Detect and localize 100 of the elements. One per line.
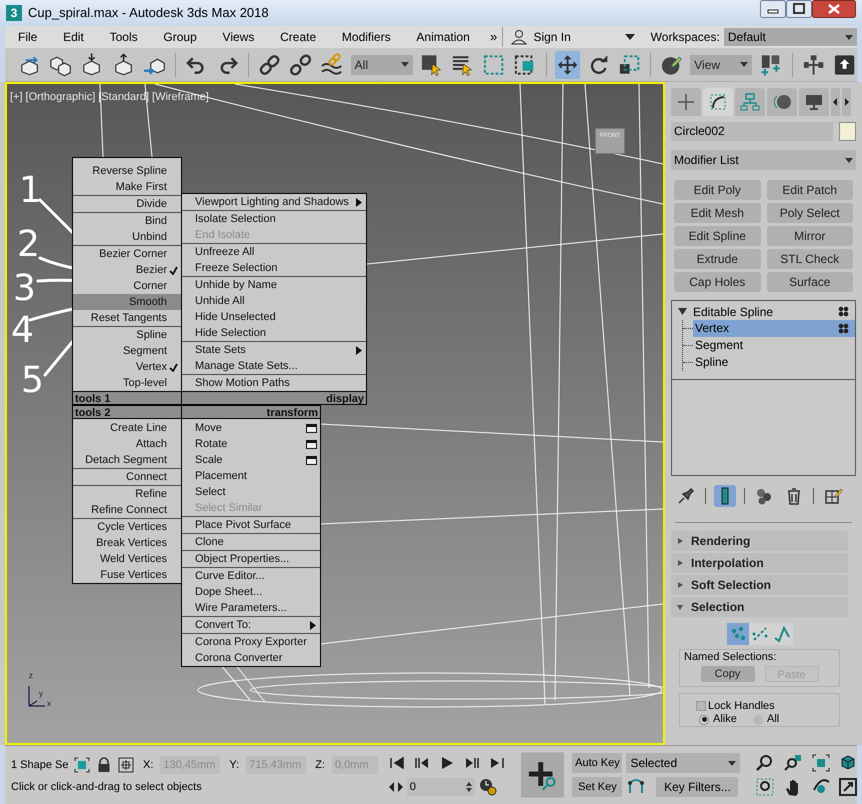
caret-icon[interactable]: [845, 34, 853, 40]
caret-icon[interactable]: [845, 158, 853, 162]
menu-item[interactable]: Clone: [182, 534, 320, 550]
caret-icon[interactable]: [400, 62, 409, 67]
auto-key-button[interactable]: Auto Key: [572, 753, 622, 773]
viewport-label[interactable]: [Wireframe]: [152, 89, 209, 106]
menu-item[interactable]: Select: [182, 484, 320, 500]
menu-item[interactable]: Create: [279, 28, 318, 46]
menu-item[interactable]: Refine: [73, 486, 181, 502]
stack-item[interactable]: Segment: [693, 337, 855, 354]
menu-item[interactable]: Freeze Selection: [182, 260, 366, 276]
transform-mode-icon[interactable]: [118, 757, 134, 773]
menu-item[interactable]: Edit: [62, 28, 85, 46]
modifier-list-dropdown[interactable]: Modifier List: [671, 150, 856, 170]
menu-item[interactable]: Views: [222, 28, 256, 46]
maximize-icon[interactable]: [839, 778, 858, 796]
user-icon[interactable]: [511, 29, 528, 45]
menu-item[interactable]: Scale: [182, 452, 320, 468]
menu-item[interactable]: Break Vertices: [73, 535, 181, 551]
vertex-dots-icon[interactable]: [726, 623, 748, 645]
menu-item[interactable]: Unbind: [73, 229, 181, 245]
rollout-header[interactable]: Interpolation: [671, 553, 848, 573]
menu-item[interactable]: Weld Vertices: [73, 551, 181, 567]
menu-item[interactable]: Segment: [73, 343, 181, 359]
maximize-icon[interactable]: [786, 0, 812, 18]
frame-arrows-icon[interactable]: [388, 781, 403, 793]
menu-item[interactable]: Rotate: [182, 436, 320, 452]
menu-item[interactable]: Spline: [73, 327, 181, 343]
stack-item[interactable]: Vertex: [693, 320, 855, 337]
menu-item[interactable]: Refine Connect: [73, 502, 181, 518]
caret-icon[interactable]: [624, 34, 635, 40]
menu-item[interactable]: Fuse Vertices: [73, 567, 181, 583]
expand-triangle-icon[interactable]: [677, 604, 683, 610]
menu-item[interactable]: Show Motion Paths: [182, 375, 366, 391]
key-set-dropdown[interactable]: Selected: [626, 753, 740, 773]
menu-item[interactable]: Manage State Sets...: [182, 358, 366, 374]
stack-item[interactable]: Editable Spline: [693, 302, 774, 320]
expand-triangle-icon[interactable]: [677, 538, 683, 544]
skip-forward-icon[interactable]: [489, 755, 506, 771]
menu-item[interactable]: Animation: [415, 28, 471, 46]
key-plus-icon[interactable]: [521, 752, 564, 798]
frame-cube-icon[interactable]: [812, 754, 830, 772]
modifier-button[interactable]: Cap Holes: [674, 272, 760, 292]
menu-item[interactable]: Unhide by Name: [182, 277, 366, 293]
menu-item[interactable]: Smooth: [73, 294, 181, 310]
menu-item[interactable]: Move: [182, 420, 320, 436]
menu-item[interactable]: Placement: [182, 468, 320, 484]
set-key-button[interactable]: Set Key: [572, 777, 622, 797]
modifier-button[interactable]: Poly Select: [766, 203, 853, 223]
curve-frame-icon[interactable]: [703, 88, 733, 116]
menu-item[interactable]: Create Line: [73, 420, 181, 436]
scroll-left-icon[interactable]: [831, 88, 840, 116]
menu-item[interactable]: Corona Proxy Exporter: [182, 634, 320, 650]
menu-item[interactable]: Place Pivot Surface: [182, 517, 320, 533]
menu-item[interactable]: Make First: [73, 179, 181, 195]
scroll-right-icon[interactable]: [842, 88, 851, 116]
menu-item[interactable]: Convert To:: [182, 617, 320, 633]
menu-item[interactable]: Group: [162, 28, 198, 46]
menu-item[interactable]: Tools: [108, 28, 139, 46]
menu-item[interactable]: Hide Unselected: [182, 309, 366, 325]
caret-icon[interactable]: [728, 760, 736, 766]
menu-item[interactable]: Reset Tangents: [73, 310, 181, 326]
filter-dropdown[interactable]: All: [350, 54, 413, 74]
stack-item[interactable]: Spline: [693, 354, 855, 371]
minimize-icon[interactable]: [760, 0, 786, 18]
menu-item[interactable]: Wire Parameters...: [182, 600, 320, 616]
menu-item[interactable]: Unfreeze All: [182, 244, 366, 260]
filter-dropdown[interactable]: View: [690, 54, 752, 74]
menu-item[interactable]: Bezier: [73, 262, 181, 278]
step-forward-icon[interactable]: [464, 755, 480, 771]
orbit-icon[interactable]: [812, 778, 830, 796]
close-icon[interactable]: [812, 0, 856, 18]
modifier-button[interactable]: Edit Mesh: [674, 203, 760, 223]
dashed-magnifier-icon[interactable]: [756, 778, 774, 796]
magnifier-icon[interactable]: [756, 754, 774, 772]
menu-item[interactable]: Object Properties...: [182, 551, 320, 567]
menu-item[interactable]: Corner: [73, 278, 181, 294]
monitor-icon[interactable]: [799, 88, 829, 116]
caret-icon[interactable]: [740, 62, 748, 67]
menu-item[interactable]: Corona Converter: [182, 650, 320, 666]
expand-triangle-icon[interactable]: [677, 560, 683, 566]
move-icon[interactable]: [554, 50, 580, 78]
menu-item[interactable]: Bind: [73, 213, 181, 229]
rollout-header[interactable]: Rendering: [671, 531, 848, 551]
menu-item[interactable]: Curve Editor...: [182, 568, 320, 584]
color-swatch[interactable]: [839, 122, 856, 141]
plus-icon[interactable]: [671, 88, 701, 116]
menu-item[interactable]: Connect: [73, 469, 181, 485]
sign-in-button[interactable]: Sign In: [533, 28, 619, 46]
menu-item[interactable]: Isolate Selection: [182, 211, 366, 227]
modifier-button[interactable]: STL Check: [766, 249, 853, 269]
menu-item[interactable]: Reverse Spline: [73, 163, 181, 179]
expand-triangle-icon[interactable]: [678, 308, 687, 315]
menu-item[interactable]: Viewport Lighting and Shadows: [182, 194, 366, 210]
menu-item[interactable]: Divide: [73, 196, 181, 212]
menu-item[interactable]: Dope Sheet...: [182, 584, 320, 600]
copy-button[interactable]: Copy: [700, 666, 754, 682]
menu-item[interactable]: Attach: [73, 436, 181, 452]
isolate-icon[interactable]: [74, 757, 90, 773]
key-filters-button[interactable]: Key Filters...: [656, 777, 738, 797]
